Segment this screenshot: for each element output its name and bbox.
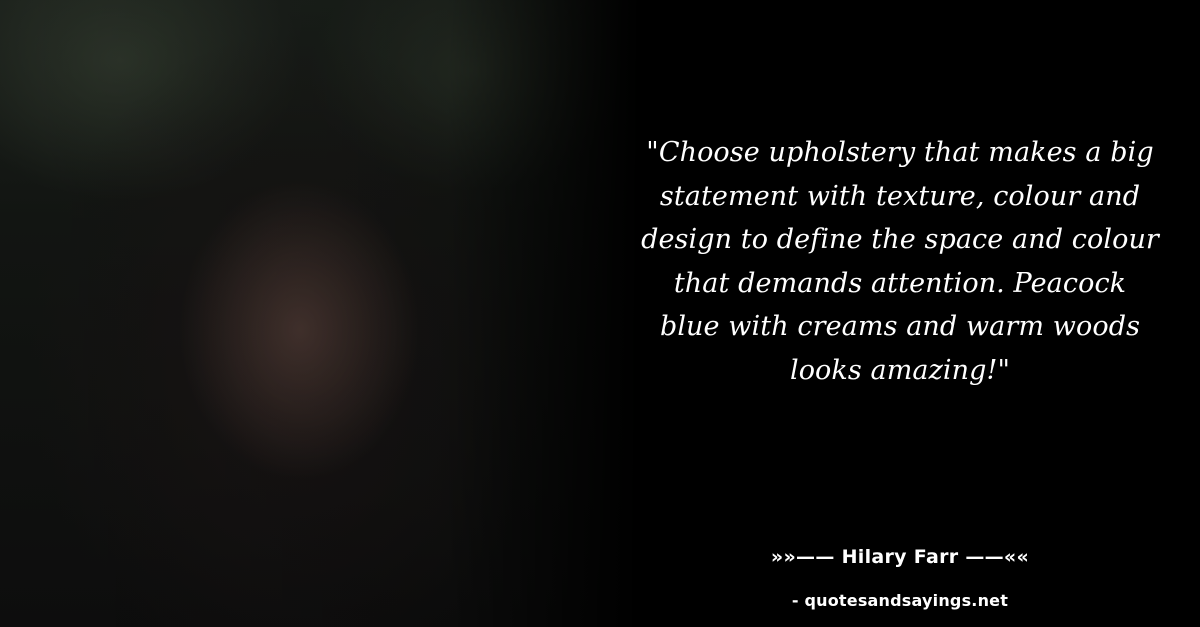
source-credit: - quotesandsayings.net <box>791 591 1009 610</box>
quote-card: "Choose upholstery that makes a big stat… <box>0 0 1200 627</box>
quote-panel: "Choose upholstery that makes a big stat… <box>640 0 1180 627</box>
quote-text: "Choose upholstery that makes a big stat… <box>641 137 1159 386</box>
author-name: »»—— Hilary Farr ——«« <box>770 546 1030 568</box>
photo-fade-overlay <box>0 0 640 627</box>
